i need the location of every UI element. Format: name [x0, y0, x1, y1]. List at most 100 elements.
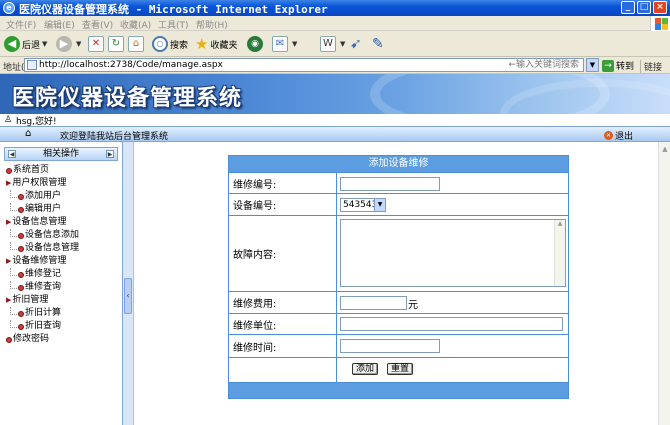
- system-title: 医院仪器设备管理系统: [12, 85, 243, 111]
- menu-help[interactable]: 帮助(H): [196, 18, 228, 31]
- bullet-icon: [18, 271, 24, 278]
- sidebar-item-repair-register[interactable]: 维修登记: [6, 268, 79, 281]
- home-button[interactable]: ⌂: [128, 35, 146, 53]
- sidebar-item-device-add[interactable]: 设备信息添加: [6, 229, 79, 242]
- device-no-select[interactable]: 543543 ▼: [340, 198, 386, 212]
- sidebar-item-depreciation-query[interactable]: 折旧查询: [6, 320, 79, 333]
- edit-page-button[interactable]: W ▼: [320, 35, 345, 53]
- textarea-scrollbar[interactable]: ▲: [554, 220, 565, 286]
- repair-time-input[interactable]: [340, 339, 440, 353]
- user-icon: ♙: [4, 115, 13, 125]
- sidebar-item-home[interactable]: 系统首页: [6, 164, 79, 177]
- sidebar-item-label: 用户权限管理: [12, 178, 67, 188]
- forward-button[interactable]: ▶ ▼: [56, 35, 81, 53]
- menu-bar: 文件(F) 编辑(E) 查看(V) 收藏(A) 工具(T) 帮助(H): [0, 16, 670, 31]
- chevron-down-icon: ▼: [340, 40, 346, 48]
- sidebar-group-device-info[interactable]: ▶ 设备信息管理: [6, 216, 79, 229]
- messenger-icon: ➹: [350, 36, 362, 52]
- links-button[interactable]: 链接: [640, 60, 662, 73]
- form-row-time: 维修时间:: [229, 335, 568, 357]
- fault-label: 故障内容:: [229, 216, 337, 291]
- browser-toolbar: ◀ 后退 ▼ ▶ ▼ ✕ ↻ ⌂ ○ 搜索 ★ 收藏夹 ◉ ✉ ▼ W ▼ ➹ …: [0, 31, 670, 57]
- reset-button[interactable]: 重置: [387, 363, 414, 375]
- sidebar-splitter[interactable]: ‹: [123, 142, 134, 425]
- repair-time-cell: [338, 335, 568, 357]
- chevron-down-icon: ▼: [76, 40, 82, 48]
- chevron-down-icon: ▼: [374, 199, 385, 211]
- forward-arrow-icon: ▶: [56, 36, 72, 52]
- expand-icon: ▶: [6, 218, 12, 226]
- sidebar-item-label: 折旧查询: [25, 321, 62, 331]
- menu-edit[interactable]: 编辑(E): [44, 18, 75, 31]
- bullet-icon: [18, 232, 24, 239]
- sidebar-group-user-permissions[interactable]: ▶ 用户权限管理: [6, 177, 79, 190]
- main-scrollbar[interactable]: ▲: [658, 142, 670, 425]
- back-label: 后退: [22, 40, 41, 51]
- home-icon: ⌂: [128, 36, 144, 52]
- repair-unit-cell: [338, 314, 568, 334]
- sidebar-item-label: 系统首页: [13, 165, 50, 175]
- form-footer: [229, 383, 568, 398]
- welcome-text: 欢迎登陆我站后台管理系统: [60, 132, 169, 142]
- sidebar-group-device-repair[interactable]: ▶ 设备维修管理: [6, 255, 79, 268]
- sidebar-item-label: 修改密码: [13, 334, 50, 344]
- form-row-actions: 添加 重置: [229, 358, 568, 382]
- menu-favorites[interactable]: 收藏(A): [120, 18, 151, 31]
- sidebar-item-edit-user[interactable]: 编辑用户: [6, 203, 79, 216]
- address-input[interactable]: http://localhost:2738/Code/manage.aspx ←…: [24, 58, 584, 72]
- sidebar-item-depreciation-calc[interactable]: 折旧计算: [6, 307, 79, 320]
- discuss-button[interactable]: ✎: [372, 35, 384, 53]
- sidebar-item-change-password[interactable]: 修改密码: [6, 333, 79, 346]
- menu-file[interactable]: 文件(F): [6, 18, 36, 31]
- splitter-handle[interactable]: ‹: [124, 278, 132, 314]
- collapse-right-icon[interactable]: ▶: [106, 150, 114, 158]
- cost-input[interactable]: [340, 296, 407, 310]
- refresh-button[interactable]: ↻: [108, 35, 126, 53]
- scroll-up-icon[interactable]: ▲: [660, 144, 670, 154]
- bullet-icon: [6, 336, 12, 343]
- mail-button[interactable]: ✉ ▼: [272, 35, 297, 53]
- sidebar-item-label: 折旧计算: [25, 308, 62, 318]
- user-line: ♙ hsg,您好!: [0, 114, 670, 127]
- nav-strip: ⌂ 欢迎登陆我站后台管理系统 ✕ 退出: [0, 126, 670, 142]
- bullet-icon: [18, 245, 24, 252]
- maximize-button[interactable]: □: [637, 1, 651, 14]
- sidebar-group-depreciation[interactable]: ▶ 折旧管理: [6, 294, 79, 307]
- repair-form: 添加设备维修 维修编号: 设备编号: 543543 ▼ 故障内容: ▲ 维修费用…: [228, 155, 569, 399]
- sidebar-item-device-manage[interactable]: 设备信息管理: [6, 242, 79, 255]
- collapse-left-icon[interactable]: ◀: [8, 150, 16, 158]
- menu-tools[interactable]: 工具(T): [158, 18, 189, 31]
- messenger-button[interactable]: ➹: [350, 35, 362, 53]
- add-button[interactable]: 添加: [352, 363, 379, 375]
- go-button[interactable]: → 转到: [602, 59, 634, 72]
- windows-logo-icon: [650, 16, 670, 31]
- address-bar: 地址(D) http://localhost:2738/Code/manage.…: [0, 57, 670, 74]
- back-button[interactable]: ◀ 后退 ▼: [4, 35, 47, 53]
- address-dropdown-button[interactable]: ▼: [586, 58, 599, 72]
- menu-view[interactable]: 查看(V): [82, 18, 113, 31]
- logout-link[interactable]: ✕ 退出: [604, 129, 633, 142]
- form-title: 添加设备维修: [229, 156, 568, 172]
- sidebar-item-repair-query[interactable]: 维修查询: [6, 281, 79, 294]
- device-no-value: 543543: [343, 200, 378, 210]
- logout-label: 退出: [615, 132, 634, 142]
- close-button[interactable]: ×: [653, 1, 667, 14]
- fault-textarea[interactable]: ▲: [340, 219, 566, 287]
- search-button[interactable]: ○ 搜索: [152, 35, 188, 53]
- repair-no-input[interactable]: [340, 177, 440, 191]
- sidebar-item-add-user[interactable]: 添加用户: [6, 190, 79, 203]
- sidebar-header-label: 相关操作: [42, 149, 79, 159]
- repair-unit-input[interactable]: [340, 317, 563, 331]
- favorites-button[interactable]: ★ 收藏夹: [195, 35, 237, 53]
- repair-no-label: 维修编号:: [229, 173, 337, 193]
- minimize-button[interactable]: _: [621, 1, 635, 14]
- expand-icon: ▶: [6, 179, 12, 187]
- stop-icon: ✕: [88, 36, 104, 52]
- stop-button[interactable]: ✕: [88, 35, 106, 53]
- chevron-down-icon: ▼: [42, 40, 48, 48]
- media-button[interactable]: ◉: [247, 35, 265, 53]
- device-no-label: 设备编号:: [229, 194, 337, 215]
- home-icon[interactable]: ⌂: [25, 128, 31, 139]
- address-url: http://localhost:2738/Code/manage.aspx: [39, 60, 223, 70]
- actions-cell: 添加 重置: [338, 358, 568, 382]
